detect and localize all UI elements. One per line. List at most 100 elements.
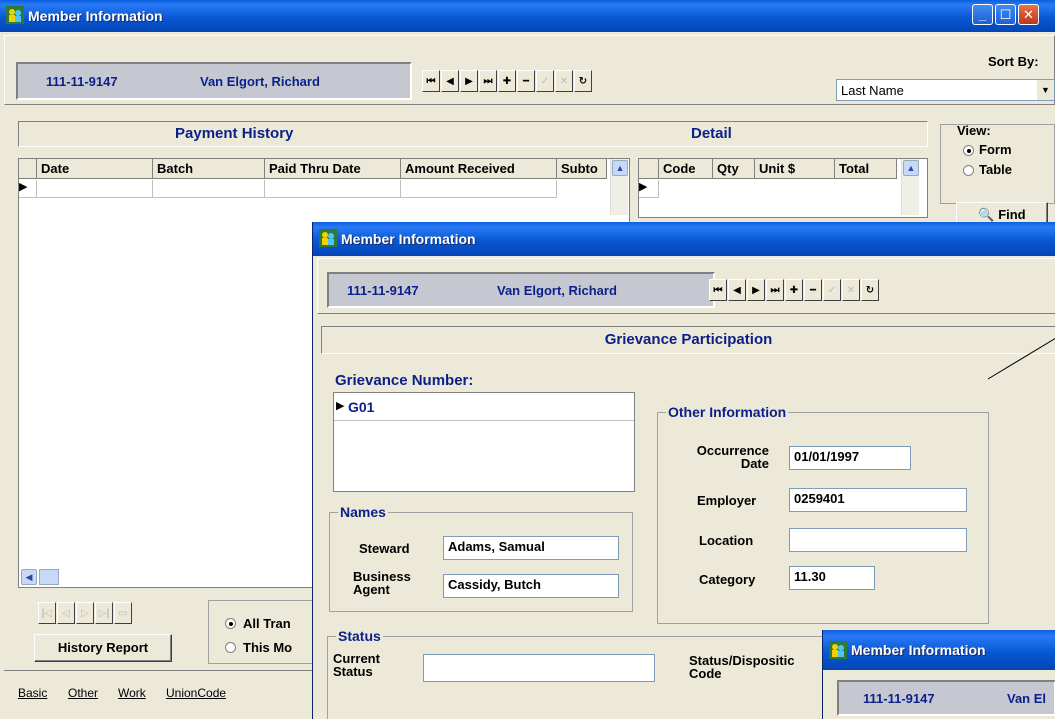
main-title: Member Information [28,8,163,24]
payment-vertical-scrollbar[interactable]: ▲ [610,159,628,215]
close-button[interactable]: ✕ [1018,4,1039,25]
history-last-icon[interactable]: ▷| [95,602,113,624]
current-status-field[interactable] [423,654,655,682]
add-record-button[interactable]: ✚ [498,70,516,92]
history-new-icon[interactable]: ▭ [114,602,132,624]
view-table-radio[interactable] [963,165,974,176]
grievance-window-title: Member Information [341,231,476,247]
grievance-next-button[interactable]: ▶ [747,279,765,301]
business-agent-field[interactable]: Cassidy, Butch [443,574,619,598]
delete-record-button[interactable]: ━ [517,70,535,92]
grievance-member-id: 111-11-9147 [347,283,419,298]
grievance-delete-button[interactable]: ━ [804,279,822,301]
grievance-last-button[interactable]: ⏭ [766,279,784,301]
column-batch[interactable]: Batch [153,159,265,179]
scroll-up-icon[interactable]: ▲ [612,160,628,176]
member-id: 111-11-9147 [46,74,118,89]
this-month-radio[interactable] [225,642,236,653]
save-record-icon[interactable]: ✓ [536,70,554,92]
member-name: Van Elgort, Richard [200,74,320,89]
column-total[interactable]: Total [835,159,897,179]
third-record-panel: 111-11-9147 Van El [837,680,1055,716]
dropdown-arrow-icon[interactable]: ▼ [1037,80,1054,100]
grievance-participation-header: Grievance Participation [321,326,1055,354]
grievance-save-icon[interactable]: ✓ [823,279,841,301]
tab-unioncode[interactable]: UnionCode [166,686,226,700]
view-form-radio[interactable] [963,145,974,156]
next-record-button[interactable]: ▶ [460,70,478,92]
occurrence-date-field[interactable]: 01/01/1997 [789,446,911,470]
occurrence-date-label: Occurrence Date [696,443,769,471]
business-agent-label: Business Agent [353,569,411,597]
view-table-label[interactable]: Table [979,162,1012,177]
column-code[interactable]: Code [659,159,713,179]
main-titlebar[interactable]: Member Information _ ☐ ✕ [0,0,1055,32]
tab-strip [4,670,324,671]
diagonal-line-decoration [987,338,1055,380]
cancel-edit-icon[interactable]: ✕ [555,70,573,92]
horizontal-scroll-thumb[interactable] [39,569,59,585]
column-date[interactable]: Date [37,159,153,179]
column-paid-thru-date[interactable]: Paid Thru Date [265,159,401,179]
first-record-button[interactable]: ⏮ [422,70,440,92]
employer-field[interactable]: 0259401 [789,488,967,512]
grievance-number-label: Grievance Number: [335,372,474,389]
status-disposition-label: Status/Dispositic Code [689,653,795,681]
grievance-record-panel: 111-11-9147 Van Elgort, Richard [327,272,715,308]
binoculars-icon: 🔍 [978,207,995,222]
all-transactions-label[interactable]: All Tran [243,616,291,631]
grievance-add-button[interactable]: ✚ [785,279,803,301]
detail-grid[interactable]: Code Qty Unit $ Total ▶ ▲ [638,158,928,218]
refresh-icon[interactable]: ↻ [574,70,592,92]
grievance-number-value: G01 [348,399,375,415]
view-form-label[interactable]: Form [979,142,1012,157]
sort-by-label: Sort By: [988,54,1039,69]
row-selector-icon[interactable]: ▶ [19,180,37,198]
history-first-icon[interactable]: |◁ [38,602,56,624]
view-label: View: [957,123,991,138]
column-amount-received[interactable]: Amount Received [401,159,557,179]
grievance-prev-button[interactable]: ◀ [728,279,746,301]
history-next-icon[interactable]: ▷ [76,602,94,624]
location-label: Location [699,533,754,548]
tab-basic[interactable]: Basic [18,686,47,700]
history-navigator: |◁ ◁ ▷ ▷| ▭ [38,602,132,624]
scroll-left-icon[interactable]: ◀ [21,569,37,585]
column-unit-price[interactable]: Unit $ [755,159,835,179]
location-field[interactable] [789,528,967,552]
grievance-refresh-icon[interactable]: ↻ [861,279,879,301]
grievance-titlebar[interactable]: Member Information [313,222,1055,256]
grievance-list-row[interactable]: ▶ G01 [334,393,634,421]
steward-label: Steward [359,541,410,556]
detail-vertical-scrollbar[interactable]: ▲ [901,159,919,215]
minimize-button[interactable]: _ [972,4,993,25]
record-id-panel: 111-11-9147 Van Elgort, Richard [16,62,412,100]
all-transactions-radio[interactable] [225,618,236,629]
grievance-cancel-icon[interactable]: ✕ [842,279,860,301]
detail-row-selector-icon[interactable]: ▶ [639,180,659,198]
detail-title: Detail [691,125,732,142]
last-record-button[interactable]: ⏭ [479,70,497,92]
column-subtotal[interactable]: Subto [557,159,607,179]
third-window-title: Member Information [851,642,986,658]
grievance-number-list[interactable]: ▶ G01 [333,392,635,492]
grievance-record-navigator: ⏮ ◀ ▶ ⏭ ✚ ━ ✓ ✕ ↻ [709,279,879,301]
this-month-label[interactable]: This Mo [243,640,292,655]
tab-work[interactable]: Work [118,686,146,700]
history-report-button[interactable]: History Report [34,634,172,662]
grievance-first-button[interactable]: ⏮ [709,279,727,301]
category-field[interactable]: 11.30 [789,566,875,590]
steward-field[interactable]: Adams, Samual [443,536,619,560]
current-status-label: Current Status [333,651,380,679]
previous-record-button[interactable]: ◀ [441,70,459,92]
third-titlebar[interactable]: Member Information [823,630,1055,670]
grievance-app-icon [319,229,337,247]
tab-other[interactable]: Other [68,686,98,700]
detail-scroll-up-icon[interactable]: ▲ [903,160,919,176]
history-prev-icon[interactable]: ◁ [57,602,75,624]
sort-by-select[interactable]: Last Name ▼ [836,79,1055,101]
grievance-row-selector-icon: ▶ [336,400,345,412]
column-qty[interactable]: Qty [713,159,755,179]
maximize-button[interactable]: ☐ [995,4,1016,25]
record-navigator: ⏮ ◀ ▶ ⏭ ✚ ━ ✓ ✕ ↻ [422,70,592,92]
